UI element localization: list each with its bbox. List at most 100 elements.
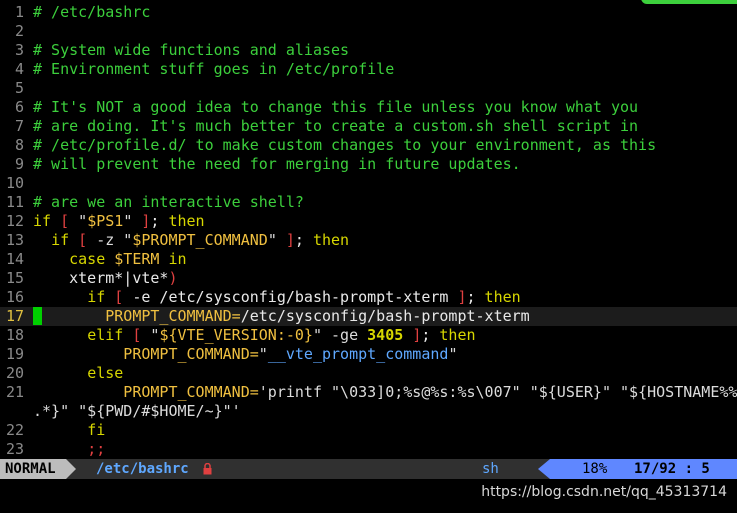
line-number: 22 [5,421,24,439]
line-number: 18 [5,326,24,344]
code-token: [ [114,288,124,306]
line-number: 17 [5,307,24,325]
code-line[interactable]: 3 # System wide functions and aliases [0,41,737,60]
code-token: ; [421,326,440,344]
code-token: " -ge [312,326,368,344]
code-token: then [312,231,350,249]
code-token: then [484,288,521,306]
code-line[interactable]: 13 if [ -z "$PROMPT_COMMAND" ]; then [0,231,737,250]
code-line[interactable]: 4 # Environment stuff goes in /etc/profil… [0,60,737,79]
code-token: # Environment stuff goes in /etc/profile [33,60,395,78]
code-token: # System wide functions and aliases [33,41,350,59]
code-token: -z " [87,231,133,249]
code-line[interactable]: 19 PROMPT_COMMAND="__vte_prompt_command" [0,345,737,364]
line-number: 6 [14,98,24,116]
code-line[interactable]: 2 [0,22,737,41]
code-line[interactable]: 1 # /etc/bashrc [0,3,737,22]
mode-indicator: NORMAL [0,459,66,479]
code-token: " [123,212,142,230]
code-line[interactable]: 14 case $TERM in [0,250,737,269]
code-line[interactable]: 5 [0,79,737,98]
line-number: 23 [5,440,24,458]
mode-separator [66,459,76,479]
code-line[interactable]: 8 # /etc/profile.d/ to make custom change… [0,136,737,155]
code-token: # /etc/bashrc [33,3,151,21]
code-line[interactable]: .*}" "${PWD/#$HOME/~}"' [0,402,737,421]
code-line[interactable]: 23 ;; [0,440,737,459]
code-token: ] [285,231,295,249]
code-token: $PS1 [87,212,124,230]
code-token: __vte_prompt_command [267,345,449,363]
code-token: # will prevent the need for merging in f… [33,155,521,173]
code-token: # are doing. It's much better to create … [33,117,639,135]
line-number: 16 [5,288,24,306]
line-number: 21 [5,383,24,401]
code-token: " [69,212,88,230]
code-token: -e /etc/sysconfig/bash-prompt-xterm [123,288,458,306]
line-column: 17/92 : 5 [634,461,710,477]
code-token: then [168,212,205,230]
code-token: PROMPT_COMMAND= [42,307,241,325]
code-token: /etc/sysconfig/bash-prompt-xterm [240,307,530,325]
code-line[interactable]: 15 xterm*|vte*) [0,269,737,288]
code-line[interactable]: 22 fi [0,421,737,440]
code-line[interactable]: 7 # are doing. It's much better to create… [0,117,737,136]
line-number: 12 [5,212,24,230]
code-line[interactable]: 11 # are we an interactive shell? [0,193,737,212]
line-number: 19 [5,345,24,363]
code-token: [ [60,212,70,230]
code-line[interactable]: 21 PROMPT_COMMAND='printf "\033]0;%s@%s:… [0,383,737,402]
code-token: .*}" "${PWD/#$HOME/~}"' [33,402,241,420]
code-token: PROMPT_COMMAND= [33,383,259,401]
line-number: 13 [5,231,24,249]
code-token: ;; [87,440,106,458]
code-token: ] [412,326,422,344]
line-number: 1 [14,3,24,21]
code-line[interactable]: 12 if [ "$PS1" ]; then [0,212,737,231]
code-token: 3405 [367,326,404,344]
line-number: 5 [14,79,24,97]
line-number: 7 [14,117,24,135]
code-token: ; [466,288,485,306]
file-name: /etc/bashrc [96,461,189,477]
code-line[interactable]: 18 elif [ "${VTE_VERSION:-0}" -ge 3405 ]… [0,326,737,345]
code-line[interactable]: 9 # will prevent the need for merging in … [0,155,737,174]
line-number: 4 [14,60,24,78]
cursor-position: 18% 17/92 : 5 [550,459,737,479]
code-token: then [439,326,476,344]
position-separator [538,459,550,479]
code-token: elif [87,326,124,344]
code-token: [ [78,231,88,249]
watermark-text: https://blog.csdn.net/qq_45313714 [481,484,727,500]
code-token: in [168,250,187,268]
scroll-percent: 18% [582,461,608,477]
code-token: else [87,364,124,382]
text-cursor [33,307,43,325]
code-token: fi [87,421,106,439]
line-number: 10 [5,174,24,192]
editor-buffer[interactable]: 1 # /etc/bashrc 2 3 # System wide functions … [0,3,737,459]
line-number: 8 [14,136,24,154]
code-line[interactable]: 6 # It's NOT a good idea to change this f… [0,98,737,117]
code-line[interactable]: 16 if [ -e /etc/sysconfig/bash-prompt-xt… [0,288,737,307]
code-line[interactable]: 17 PROMPT_COMMAND=/etc/sysconfig/bash-pr… [0,307,737,326]
code-token: ${VTE_VERSION:-0} [159,326,313,344]
code-line[interactable]: 10 [0,174,737,193]
line-number: 3 [14,41,24,59]
line-number: 20 [5,364,24,382]
code-token: # are we an interactive shell? [33,193,304,211]
code-token: xterm*|vte* [33,269,169,287]
code-token: case [69,250,106,268]
code-token: " [258,345,268,363]
code-line[interactable]: 20 else [0,364,737,383]
code-token: 'printf "\033]0;%s@%s:%s\007" "${USER}" … [258,383,737,401]
